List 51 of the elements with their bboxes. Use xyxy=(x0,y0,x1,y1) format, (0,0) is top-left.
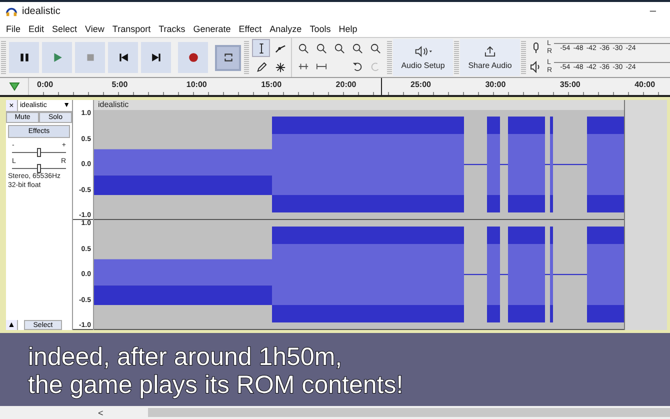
stop-icon xyxy=(84,52,96,63)
undo-icon[interactable] xyxy=(352,61,362,72)
close-track-button[interactable]: × xyxy=(6,100,18,111)
play-icon xyxy=(52,52,62,63)
menu-item[interactable]: Select xyxy=(48,24,82,34)
silence-icon[interactable] xyxy=(316,61,326,72)
menu-item[interactable]: Analyze xyxy=(266,24,306,34)
zoom-icon[interactable] xyxy=(370,43,380,54)
speaker-icon xyxy=(414,46,432,56)
collapse-button[interactable]: ▲ xyxy=(6,320,18,330)
window-title: idealistic xyxy=(22,6,62,16)
skip-start-button[interactable] xyxy=(108,42,138,73)
record-icon xyxy=(188,52,198,63)
pause-icon xyxy=(18,52,30,63)
skip-end-icon xyxy=(150,52,162,63)
app-logo-icon xyxy=(6,6,17,16)
menu-item[interactable]: Effect xyxy=(234,24,266,34)
slider-thumb[interactable] xyxy=(37,148,41,157)
pencil-icon xyxy=(256,62,266,72)
zoom-icon[interactable] xyxy=(352,43,362,54)
menu-item[interactable]: File xyxy=(2,24,25,34)
play-head-icon[interactable] xyxy=(8,82,20,91)
skip-start-icon xyxy=(118,52,128,63)
envelope-icon xyxy=(274,42,286,54)
audio-setup-button[interactable]: Audio Setup xyxy=(393,39,453,76)
clip-title[interactable]: idealistic xyxy=(94,100,624,110)
menu-item[interactable]: Edit xyxy=(24,24,48,34)
slider-thumb[interactable] xyxy=(37,164,41,173)
pause-button[interactable] xyxy=(9,42,39,73)
skip-end-button[interactable] xyxy=(141,42,171,73)
record-button[interactable] xyxy=(178,42,208,73)
zoom-icon[interactable] xyxy=(298,43,308,54)
minimize-button[interactable]: – xyxy=(642,5,664,17)
menu-item[interactable]: Tracks xyxy=(154,24,190,34)
trim-icon[interactable] xyxy=(298,61,308,72)
menu-item[interactable]: View xyxy=(81,24,108,34)
menu-item[interactable]: Help xyxy=(334,24,362,34)
zoom-icon[interactable] xyxy=(316,43,326,54)
zoom-icon[interactable] xyxy=(334,43,344,54)
scroll-left-arrow[interactable]: < xyxy=(98,408,104,418)
select-tool-button[interactable] xyxy=(252,39,270,57)
loop-button[interactable] xyxy=(215,44,241,70)
menu-item[interactable]: Tools xyxy=(306,24,335,34)
menu-item[interactable]: Generate xyxy=(189,24,235,34)
speaker-icon[interactable] xyxy=(530,61,542,73)
menu-item[interactable]: Transport xyxy=(108,24,155,34)
loop-icon xyxy=(222,52,234,63)
subtitle-line: indeed, after around 1h50m, xyxy=(28,342,344,370)
subtitle-line: the game plays its ROM contents! xyxy=(28,370,404,398)
asterisk-icon xyxy=(274,62,286,72)
share-audio-button[interactable]: Share Audio xyxy=(460,39,520,76)
